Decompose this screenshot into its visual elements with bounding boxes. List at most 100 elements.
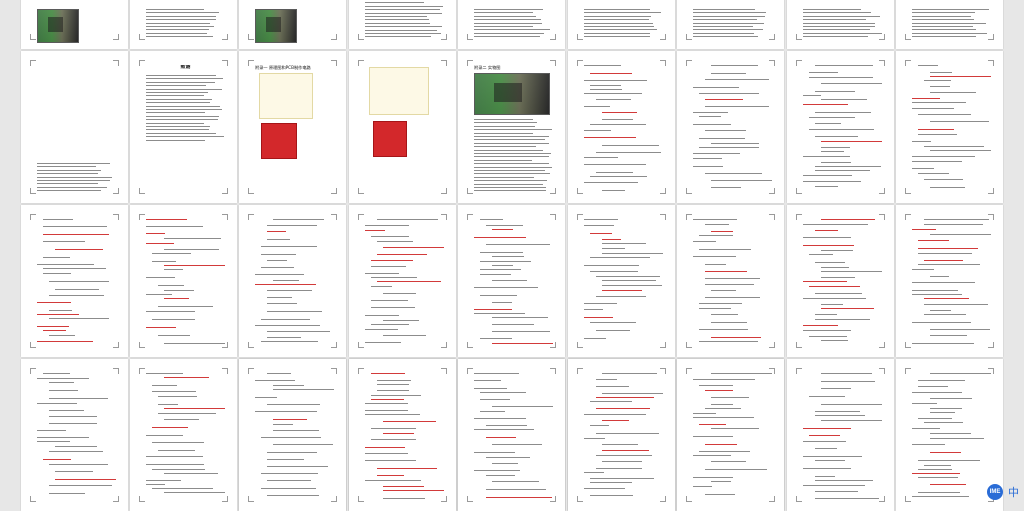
page-corner-mark (879, 368, 885, 374)
page-thumbnail[interactable] (568, 51, 675, 203)
page-thumbnail[interactable] (239, 359, 346, 511)
text-line (711, 428, 760, 429)
page-corner-mark (30, 368, 36, 374)
text-line (693, 87, 740, 88)
text-line (930, 86, 951, 87)
ime-indicator[interactable]: IME 中 (987, 483, 1019, 501)
page-thumbnail[interactable] (896, 205, 1003, 357)
page-corner-mark (879, 188, 885, 194)
page-thumbnail[interactable] (458, 205, 565, 357)
page-thumbnail[interactable] (21, 359, 128, 511)
text-line (596, 397, 654, 398)
text-line (596, 433, 660, 434)
text-line (158, 335, 191, 336)
text-line (711, 231, 734, 232)
page-thumbnail[interactable] (677, 0, 784, 49)
ime-language[interactable]: 中 (1008, 484, 1019, 500)
text-line (602, 280, 656, 281)
page-thumbnail[interactable] (239, 205, 346, 357)
page-thumbnail[interactable] (349, 359, 456, 511)
text-line (474, 452, 515, 453)
page-thumbnail[interactable] (130, 359, 237, 511)
page-thumbnail[interactable] (349, 205, 456, 357)
text-line (474, 32, 544, 34)
text-line (602, 373, 657, 374)
text-line (912, 102, 966, 103)
page-thumbnail[interactable] (787, 205, 894, 357)
text-line (918, 114, 971, 115)
page-corner-mark (222, 496, 228, 502)
page-thumbnail[interactable]: 附录二 实物图 (458, 51, 565, 203)
page-thumbnail[interactable] (458, 359, 565, 511)
text-line (821, 219, 876, 220)
page-thumbnail[interactable]: 致谢 (130, 51, 237, 203)
page-thumbnail[interactable] (787, 359, 894, 511)
page-corner-mark (222, 34, 228, 40)
text-line (273, 419, 308, 420)
page-thumbnail[interactable] (568, 359, 675, 511)
page-thumbnail[interactable] (130, 205, 237, 357)
text-line (602, 461, 643, 462)
text-line (815, 491, 859, 492)
text-line (596, 468, 642, 469)
text-line (267, 260, 288, 261)
page-thumbnail[interactable] (568, 205, 675, 357)
text-line (803, 224, 869, 225)
text-line (821, 340, 848, 341)
page-corner-mark (879, 214, 885, 220)
page-thumbnail[interactable] (896, 0, 1003, 49)
text-line (365, 447, 406, 448)
text-line (596, 99, 631, 100)
text-line (474, 183, 543, 185)
text-line (924, 422, 963, 423)
text-line (152, 261, 176, 262)
page-thumbnail[interactable]: 附录一 原理图和PCB制作电路 (239, 51, 346, 203)
text-line (803, 330, 852, 331)
page-corner-mark (686, 60, 692, 66)
text-line (146, 81, 215, 83)
page-thumbnail[interactable] (349, 51, 456, 203)
page-thumbnail[interactable] (677, 359, 784, 511)
page-thumbnail[interactable] (130, 0, 237, 49)
text-line (705, 173, 763, 174)
page-thumbnail[interactable] (21, 0, 128, 49)
page-thumbnail[interactable] (677, 205, 784, 357)
text-line (924, 304, 989, 305)
text-line (803, 19, 867, 21)
page-thumbnail[interactable] (239, 0, 346, 49)
page-thumbnail[interactable] (896, 51, 1003, 203)
page-corner-mark (660, 342, 666, 348)
text-line (705, 130, 746, 131)
text-line (164, 377, 210, 378)
page-thumbnail[interactable] (677, 51, 784, 203)
page-thumbnail[interactable] (787, 0, 894, 49)
page-thumbnail[interactable] (21, 205, 128, 357)
text-line (43, 459, 71, 460)
text-line (912, 9, 989, 10)
page-thumbnail[interactable] (568, 0, 675, 49)
page-thumbnail[interactable] (458, 0, 565, 49)
text-line (164, 408, 225, 409)
text-line (815, 498, 879, 499)
text-line (918, 173, 950, 174)
text-line (930, 72, 953, 73)
page-thumbnail[interactable]: (三) 程序调试结果 (349, 0, 456, 49)
text-line (918, 477, 959, 478)
page-thumbnail[interactable] (21, 51, 128, 203)
text-line (480, 269, 521, 270)
text-line (152, 442, 205, 443)
page-thumbnail[interactable] (787, 51, 894, 203)
text-line (590, 495, 634, 496)
text-line (821, 304, 843, 305)
text-line (821, 99, 868, 100)
text-line (261, 437, 322, 438)
ime-icon[interactable]: IME (987, 484, 1003, 500)
text-line (474, 166, 553, 168)
page-corner-mark (686, 342, 692, 348)
text-line (705, 444, 737, 445)
text-line (815, 91, 856, 92)
page-corner-mark (248, 342, 254, 348)
text-line (49, 281, 110, 282)
text-line (596, 276, 661, 277)
text-line (912, 269, 934, 270)
